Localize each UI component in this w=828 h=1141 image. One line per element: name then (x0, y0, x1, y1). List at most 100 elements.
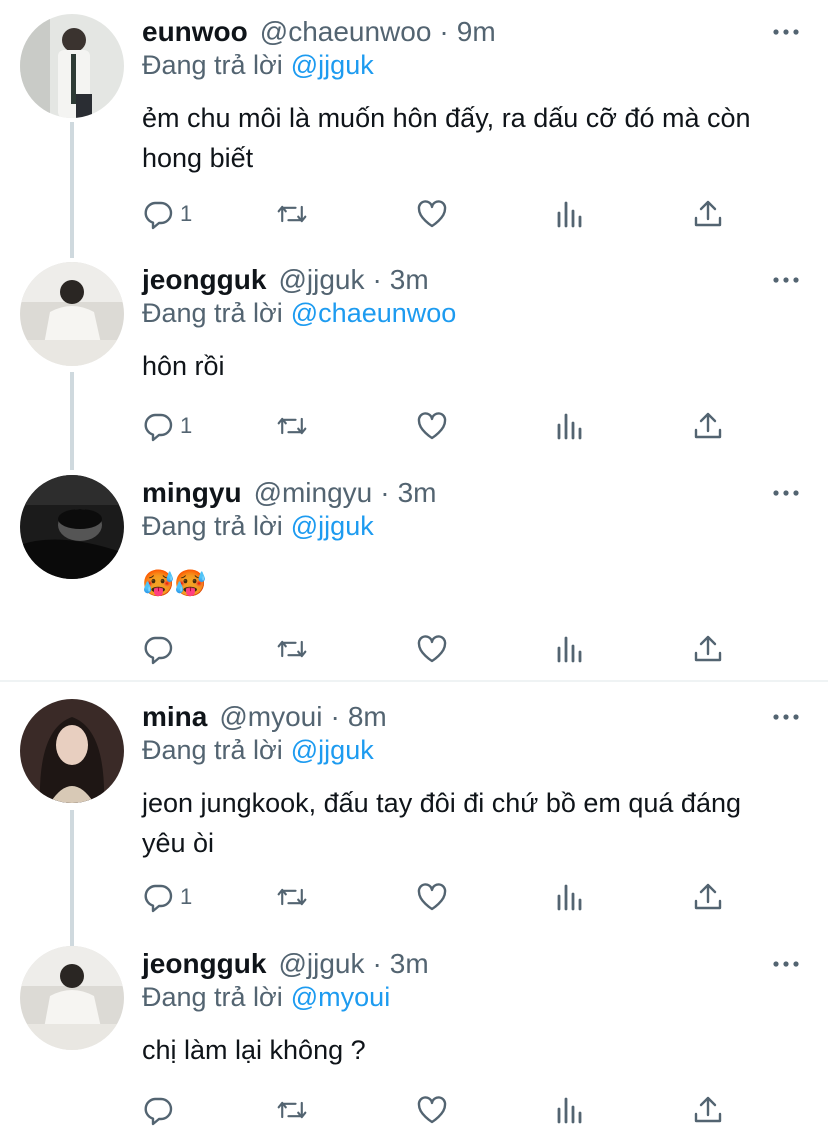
tweet-header: mingyu @mingyu · 3m (142, 475, 436, 511)
timestamp[interactable]: 8m (348, 701, 387, 733)
retweet-icon (277, 1101, 307, 1119)
like-button[interactable] (416, 877, 448, 917)
reply-prefix: Đang trả lời (142, 50, 283, 80)
like-icon (417, 635, 447, 663)
mention-link[interactable]: @jjguk (291, 735, 374, 765)
reply-prefix: Đang trả lời (142, 982, 283, 1012)
analytics-button[interactable] (554, 1090, 586, 1130)
avatar[interactable] (20, 262, 124, 366)
display-name[interactable]: mingyu (142, 477, 242, 509)
timestamp[interactable]: 3m (390, 264, 429, 296)
tweet-text: hôn rồi (142, 351, 225, 381)
reply-button[interactable]: 1 (142, 194, 192, 234)
analytics-icon (557, 413, 582, 440)
display-name[interactable]: jeongguk (142, 264, 266, 296)
avatar[interactable] (20, 14, 124, 118)
share-button[interactable] (692, 877, 724, 917)
analytics-button[interactable] (554, 406, 586, 446)
like-icon (417, 883, 447, 911)
action-bar (142, 1090, 782, 1130)
handle[interactable]: @chaeunwoo (260, 16, 432, 48)
tweet[interactable]: mingyu @mingyu · 3m Đang trả lời @jjguk 🥵… (0, 475, 828, 675)
reply-context: Đang trả lời @jjguk (142, 511, 374, 542)
handle[interactable]: @jjguk (278, 948, 364, 980)
avatar[interactable] (20, 699, 124, 803)
separator-dot: · (372, 264, 382, 295)
tweet-text: jeon jungkook, đấu tay đôi đi chứ bồ em … (142, 788, 741, 858)
tweet-header: mina @myoui · 8m (142, 699, 387, 735)
share-button[interactable] (692, 406, 724, 446)
action-bar: 1 (142, 877, 782, 917)
reply-context: Đang trả lời @myoui (142, 982, 390, 1013)
timestamp[interactable]: 3m (398, 477, 437, 509)
more-icon[interactable] (770, 16, 802, 48)
avatar[interactable] (20, 475, 124, 579)
mention-link[interactable]: @myoui (291, 982, 390, 1012)
analytics-button[interactable] (554, 877, 586, 917)
mention-link[interactable]: @jjguk (291, 511, 374, 541)
timestamp[interactable]: 3m (390, 948, 429, 980)
analytics-button[interactable] (554, 629, 586, 669)
like-button[interactable] (416, 1090, 448, 1130)
separator-dot: · (372, 948, 382, 979)
share-button[interactable] (692, 1090, 724, 1130)
analytics-icon (557, 636, 582, 663)
share-icon (694, 412, 722, 439)
action-bar: 1 (142, 406, 782, 446)
share-icon (694, 200, 722, 227)
reply-icon (144, 413, 173, 442)
tweet[interactable]: jeongguk @jjguk · 3m Đang trả lời @chaeun… (0, 262, 828, 452)
reply-context: Đang trả lời @jjguk (142, 735, 374, 766)
reply-prefix: Đang trả lời (142, 511, 283, 541)
display-name[interactable]: eunwoo (142, 16, 248, 48)
share-button[interactable] (692, 629, 724, 669)
reply-count: 1 (180, 884, 193, 909)
action-bar (142, 629, 782, 669)
like-icon (417, 412, 447, 440)
retweet-button[interactable] (276, 1090, 308, 1130)
tweet-text: ẻm chu môi là muốn hôn đấy, ra dấu cỡ đó… (142, 103, 751, 173)
more-icon[interactable] (770, 264, 802, 296)
reply-button[interactable]: 1 (142, 406, 192, 446)
more-icon[interactable] (770, 701, 802, 733)
retweet-button[interactable] (276, 877, 308, 917)
retweet-button[interactable] (276, 629, 308, 669)
analytics-icon (557, 201, 582, 228)
tweet[interactable]: eunwoo @chaeunwoo · 9m Đang trả lời @jjgu… (0, 14, 828, 244)
retweet-icon (277, 640, 307, 658)
mention-link[interactable]: @jjguk (291, 50, 374, 80)
avatar[interactable] (20, 946, 124, 1050)
mention-link[interactable]: @chaeunwoo (291, 298, 457, 328)
like-button[interactable] (416, 629, 448, 669)
reply-prefix: Đang trả lời (142, 735, 283, 765)
handle[interactable]: @mingyu (254, 477, 373, 509)
reply-button[interactable] (142, 1090, 180, 1130)
reply-count: 1 (180, 201, 193, 226)
display-name[interactable]: mina (142, 701, 207, 733)
reply-button[interactable]: 1 (142, 877, 192, 917)
more-icon[interactable] (770, 948, 802, 980)
display-name[interactable]: jeongguk (142, 948, 266, 980)
timestamp[interactable]: 9m (457, 16, 496, 48)
share-button[interactable] (692, 194, 724, 234)
separator-dot: · (439, 16, 449, 47)
like-icon (417, 1096, 447, 1124)
reply-context: Đang trả lời @chaeunwoo (142, 298, 456, 329)
analytics-button[interactable] (554, 194, 586, 234)
tweet[interactable]: jeongguk @jjguk · 3m Đang trả lời @myoui … (0, 946, 828, 1136)
reply-icon (144, 1097, 173, 1126)
tweet-header: jeongguk @jjguk · 3m (142, 262, 429, 298)
retweet-icon (277, 417, 307, 435)
handle[interactable]: @myoui (219, 701, 322, 733)
like-button[interactable] (416, 406, 448, 446)
separator-dot: · (380, 477, 390, 508)
more-icon[interactable] (770, 477, 802, 509)
tweet[interactable]: mina @myoui · 8m Đang trả lời @jjguk jeon… (0, 699, 828, 929)
reply-button[interactable] (142, 629, 180, 669)
retweet-button[interactable] (276, 406, 308, 446)
like-button[interactable] (416, 194, 448, 234)
retweet-button[interactable] (276, 194, 308, 234)
action-bar: 1 (142, 194, 782, 234)
handle[interactable]: @jjguk (278, 264, 364, 296)
retweet-icon (277, 888, 307, 906)
